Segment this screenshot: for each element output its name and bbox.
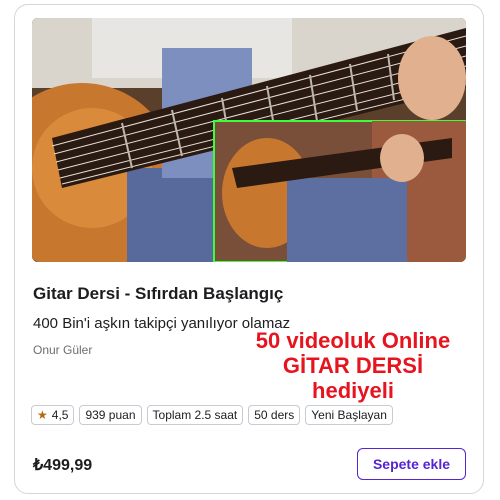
promo-line-2: GİTAR DERSİ [282, 353, 424, 378]
add-to-cart-button[interactable]: Sepete ekle [357, 448, 466, 480]
course-price: ₺499,99 [33, 457, 93, 474]
rating-badge: ★ 4,5 [31, 405, 75, 425]
duration-badge: Toplam 2.5 saat [146, 405, 244, 425]
star-icon: ★ [37, 408, 48, 422]
course-badges: ★ 4,5 939 puan Toplam 2.5 saat 50 ders Y… [31, 405, 393, 425]
lectures-badge: 50 ders [248, 405, 301, 425]
course-author: Onur Güler [33, 343, 93, 357]
promo-line-3: hediyeli [312, 378, 394, 403]
promo-line-1: 50 videoluk Online [255, 328, 451, 353]
level-badge: Yeni Başlayan [305, 405, 393, 425]
course-title[interactable]: Gitar Dersi - Sıfırdan Başlangıç [33, 284, 283, 304]
reviews-badge: 939 puan [79, 405, 142, 425]
course-thumbnail[interactable] [32, 18, 466, 262]
guitar-video-still [32, 18, 466, 262]
rating-value: 4,5 [51, 408, 69, 422]
promo-overlay: 50 videoluk Online GİTAR DERSİ hediyeli [218, 328, 488, 403]
